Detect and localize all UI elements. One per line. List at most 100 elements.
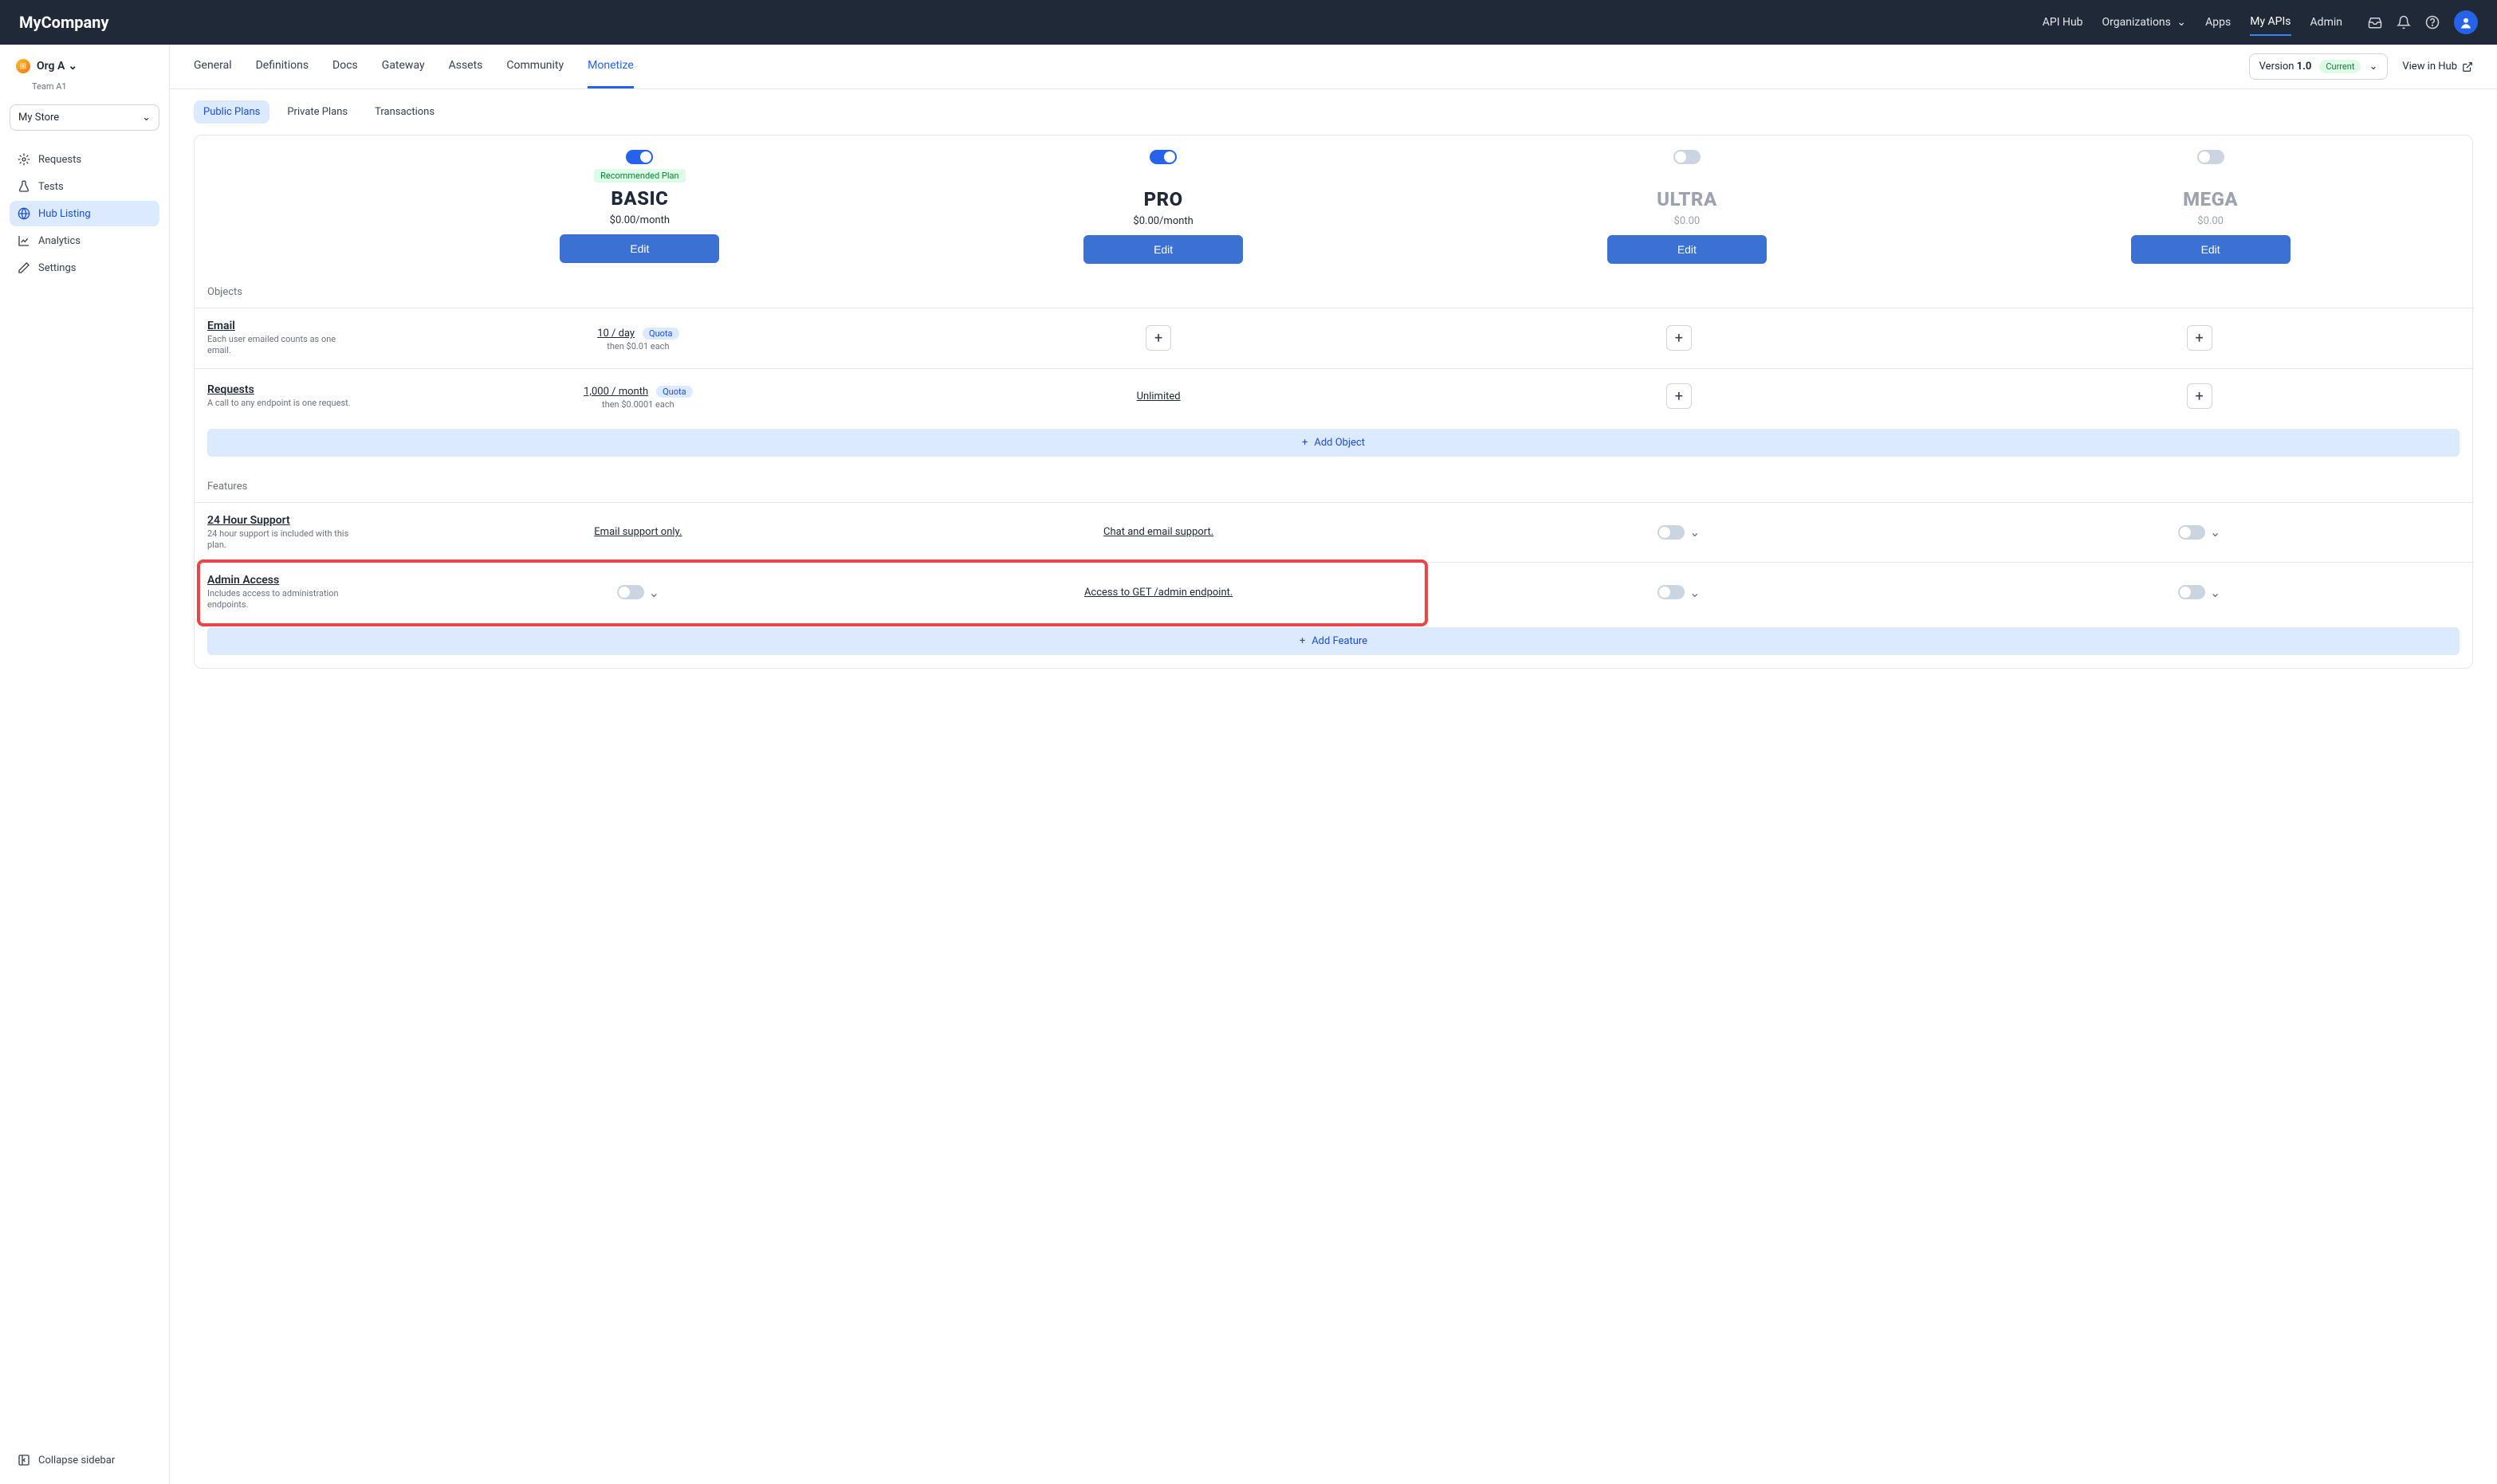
edit-plan-button[interactable]: Edit <box>2131 235 2291 264</box>
nav-apps[interactable]: Apps <box>2205 10 2231 35</box>
add-quota-button[interactable]: + <box>1666 383 1692 409</box>
sidebar-item-hub-listing[interactable]: Hub Listing <box>10 201 159 226</box>
object-row-requests: Requests A call to any endpoint is one r… <box>195 368 2472 424</box>
main: General Definitions Docs Gateway Assets … <box>170 45 2497 1484</box>
plan-price: $0.00/month <box>1133 215 1193 227</box>
plan-mega: MEGA $0.00 Edit <box>1948 135 2472 275</box>
object-title[interactable]: Email <box>207 320 378 332</box>
edit-plan-button[interactable]: Edit <box>1083 235 1243 264</box>
feature-value[interactable]: Access to GET /admin endpoint. <box>1084 587 1233 599</box>
plan-price: $0.00 <box>2197 215 2224 227</box>
subtab-transactions[interactable]: Transactions <box>365 100 444 124</box>
help-icon[interactable] <box>2425 15 2440 29</box>
subtab-public-plans[interactable]: Public Plans <box>194 100 269 124</box>
sidebar-label: Tests <box>38 181 64 193</box>
org-selector[interactable]: ⊞ Org A ⌄ <box>10 54 159 78</box>
quota-badge: Quota <box>643 328 679 340</box>
nav-organizations[interactable]: Organizations ⌄ <box>2102 10 2187 35</box>
tab-docs[interactable]: Docs <box>332 45 358 88</box>
plan-toggle[interactable] <box>1150 150 1177 164</box>
feature-toggle[interactable] <box>2178 585 2205 599</box>
feature-title[interactable]: 24 Hour Support <box>207 514 378 527</box>
quota-overage: then $0.01 each <box>607 341 669 351</box>
edit-plan-button[interactable]: Edit <box>560 234 719 263</box>
feature-desc: 24 hour support is included with this pl… <box>207 528 359 552</box>
org-name: Org A <box>37 60 65 73</box>
chevron-down-icon: ⌄ <box>68 60 77 73</box>
sidebar-label: Settings <box>38 262 76 274</box>
view-in-hub-link[interactable]: View in Hub <box>2402 61 2473 73</box>
add-quota-button[interactable]: + <box>1666 325 1692 351</box>
add-quota-button[interactable]: + <box>1146 325 1171 351</box>
plan-toggle[interactable] <box>1673 150 1701 164</box>
feature-toggle[interactable] <box>1657 525 1685 540</box>
avatar[interactable] <box>2454 10 2478 34</box>
nav-my-apis[interactable]: My APIs <box>2250 9 2291 36</box>
chevron-down-icon[interactable]: ⌄ <box>2210 585 2220 600</box>
external-link-icon <box>2462 61 2473 73</box>
collapse-sidebar[interactable]: Collapse sidebar <box>10 1446 159 1474</box>
sidebar-item-settings[interactable]: Settings <box>10 255 159 281</box>
object-desc: Each user emailed counts as one email. <box>207 334 359 357</box>
plan-toggle[interactable] <box>626 150 653 164</box>
brand-logo: MyCompany <box>19 13 2023 32</box>
plan-toggle[interactable] <box>2197 150 2224 164</box>
add-object-button[interactable]: + Add Object <box>207 429 2460 457</box>
current-badge: Current <box>2319 60 2361 73</box>
subtab-private-plans[interactable]: Private Plans <box>277 100 357 124</box>
sidebar-item-analytics[interactable]: Analytics <box>10 228 159 253</box>
sidebar: ⊞ Org A ⌄ Team A1 My Store ⌄ Requests Te… <box>0 45 170 1484</box>
feature-row-support: 24 Hour Support 24 hour support is inclu… <box>195 502 2472 563</box>
plus-icon: + <box>1300 635 1305 647</box>
sidebar-label: Analytics <box>38 235 81 247</box>
tab-monetize[interactable]: Monetize <box>588 45 634 88</box>
chevron-down-icon: ⌄ <box>2177 16 2186 29</box>
tab-gateway[interactable]: Gateway <box>382 45 425 88</box>
sidebar-item-tests[interactable]: Tests <box>10 174 159 199</box>
recommended-badge: Recommended Plan <box>594 169 685 183</box>
inbox-icon[interactable] <box>2368 15 2382 29</box>
quota-badge: Quota <box>656 386 693 398</box>
feature-value[interactable]: Chat and email support. <box>1103 526 1213 538</box>
version-label: Version 1.0 <box>2259 61 2312 73</box>
chevron-down-icon[interactable]: ⌄ <box>1689 585 1700 600</box>
bell-icon[interactable] <box>2397 15 2411 29</box>
quota-overage: then $0.0001 each <box>602 399 674 410</box>
feature-toggle[interactable] <box>1657 585 1685 599</box>
plan-name: ULTRA <box>1657 188 1717 210</box>
tab-definitions[interactable]: Definitions <box>256 45 309 88</box>
topbar-icons <box>2368 10 2478 34</box>
quota-value[interactable]: Unlimited <box>1137 391 1181 402</box>
chevron-down-icon[interactable]: ⌄ <box>1689 524 1700 540</box>
nav-api-hub[interactable]: API Hub <box>2043 10 2083 35</box>
chevron-down-icon: ⌄ <box>142 112 151 124</box>
quota-value[interactable]: 10 / day <box>597 328 635 340</box>
feature-desc: Includes access to administration endpoi… <box>207 588 359 611</box>
feature-toggle[interactable] <box>2178 525 2205 540</box>
nav-admin[interactable]: Admin <box>2310 10 2342 35</box>
tab-assets[interactable]: Assets <box>449 45 483 88</box>
feature-title[interactable]: Admin Access <box>207 574 378 587</box>
quota-value[interactable]: 1,000 / month <box>584 386 648 398</box>
feature-row-admin-access: Admin Access Includes access to administ… <box>195 562 2472 622</box>
edit-plan-button[interactable]: Edit <box>1607 235 1767 264</box>
chevron-down-icon[interactable]: ⌄ <box>649 585 659 600</box>
feature-value[interactable]: Email support only. <box>594 526 682 538</box>
chevron-down-icon[interactable]: ⌄ <box>2210 524 2220 540</box>
tab-general[interactable]: General <box>194 45 232 88</box>
tab-community[interactable]: Community <box>506 45 564 88</box>
add-feature-button[interactable]: + Add Feature <box>207 627 2460 655</box>
project-name: My Store <box>18 112 59 124</box>
feature-toggle[interactable] <box>617 585 644 599</box>
add-quota-button[interactable]: + <box>2187 325 2212 351</box>
sidebar-item-requests[interactable]: Requests <box>10 147 159 172</box>
plan-name: BASIC <box>611 187 668 210</box>
nav-organizations-label: Organizations <box>2102 16 2171 29</box>
plan-pro: PRO $0.00/month Edit <box>902 135 1425 275</box>
project-select[interactable]: My Store ⌄ <box>10 104 159 131</box>
object-title[interactable]: Requests <box>207 383 378 396</box>
version-selector[interactable]: Version 1.0 Current ⌄ <box>2249 53 2389 80</box>
add-object-label: Add Object <box>1314 437 1365 449</box>
plan-name: MEGA <box>2183 188 2238 210</box>
add-quota-button[interactable]: + <box>2187 383 2212 409</box>
